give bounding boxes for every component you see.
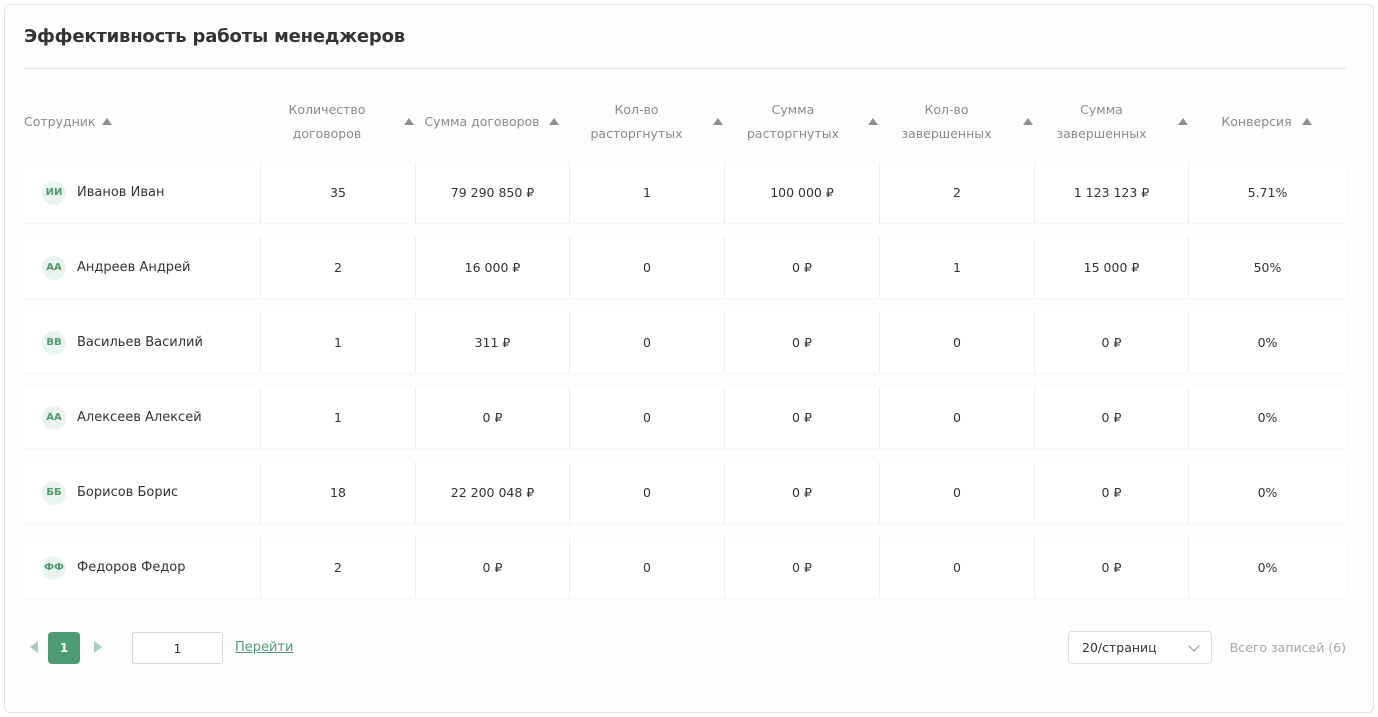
column-header-employee[interactable]: Сотрудник xyxy=(24,94,144,150)
avatar: ИИ xyxy=(42,180,66,205)
completed-sum-cell: 0 ₽ xyxy=(1035,387,1189,448)
table-row[interactable]: АА Андреев Андрей 2 16 000 ₽ 0 0 ₽ 1 15 … xyxy=(24,237,1346,298)
sort-asc-icon[interactable] xyxy=(1178,118,1188,125)
completed-sum-cell: 15 000 ₽ xyxy=(1035,237,1189,298)
terminated-sum-cell: 0 ₽ xyxy=(725,387,880,448)
total-records: Всего записей (6) xyxy=(1229,640,1346,655)
next-page-icon[interactable] xyxy=(94,641,102,653)
contracts-sum-cell: 16 000 ₽ xyxy=(416,237,570,298)
terminated-count-cell: 0 xyxy=(570,312,725,373)
conversion-cell: 0% xyxy=(1257,560,1278,575)
employee-cell: АА Алексеев Алексей xyxy=(24,387,261,448)
column-header-terminated-count[interactable]: Кол-во расторгнутых xyxy=(584,94,689,150)
completed-count-cell: 0 xyxy=(880,312,1035,373)
completed-count-cell: 0 xyxy=(880,537,1035,598)
table-row[interactable]: АА Алексеев Алексей 1 0 ₽ 0 0 ₽ 0 0 ₽ 0% xyxy=(24,387,1346,448)
avatar: ВВ xyxy=(42,330,66,355)
terminated-count-cell: 0 xyxy=(570,237,725,298)
employee-cell: ФФ Федоров Федор xyxy=(24,537,261,598)
column-header-contracts-sum[interactable]: Сумма договоров xyxy=(422,94,542,150)
contracts-count-cell: 2 xyxy=(261,237,416,298)
employee-name: Васильев Василий xyxy=(77,335,203,350)
column-header-conversion[interactable]: Конверсия xyxy=(1214,94,1299,150)
conversion-cell: 0% xyxy=(1257,485,1278,500)
terminated-sum-cell: 0 ₽ xyxy=(725,462,880,523)
completed-count-cell: 0 xyxy=(880,462,1035,523)
terminated-count-cell: 0 xyxy=(570,462,725,523)
employee-cell: ВВ Васильев Василий xyxy=(24,312,261,373)
table-header: Сотрудник Количество договоров Сумма дог… xyxy=(24,94,1346,150)
contracts-count-cell: 1 xyxy=(261,312,416,373)
terminated-sum-cell: 0 ₽ xyxy=(725,237,880,298)
completed-sum-cell: 0 ₽ xyxy=(1035,537,1189,598)
employee-name: Борисов Борис xyxy=(77,485,179,500)
terminated-count-cell: 0 xyxy=(570,387,725,448)
completed-sum-cell: 0 ₽ xyxy=(1035,462,1189,523)
sort-asc-icon[interactable] xyxy=(1302,118,1312,125)
conversion-cell: 0% xyxy=(1257,410,1278,425)
contracts-sum-cell: 22 200 048 ₽ xyxy=(416,462,570,523)
pagination: 1 Перейти 20/страниц Всего записей (6) xyxy=(24,628,1346,664)
sort-asc-icon[interactable] xyxy=(713,118,723,125)
goto-page-input[interactable] xyxy=(132,632,223,664)
contracts-sum-cell: 79 290 850 ₽ xyxy=(416,162,570,223)
column-header-contracts-count[interactable]: Количество договоров xyxy=(272,94,382,150)
contracts-sum-cell: 311 ₽ xyxy=(416,312,570,373)
contracts-count-cell: 2 xyxy=(261,537,416,598)
conversion-cell: 50% xyxy=(1253,260,1282,275)
contracts-count-cell: 1 xyxy=(261,387,416,448)
completed-count-cell: 2 xyxy=(880,162,1035,223)
employee-name: Алексеев Алексей xyxy=(77,410,202,425)
avatar: ББ xyxy=(42,480,66,505)
sort-asc-icon[interactable] xyxy=(1023,118,1033,125)
goto-page-link[interactable]: Перейти xyxy=(235,640,294,655)
contracts-sum-cell: 0 ₽ xyxy=(416,387,570,448)
title-divider xyxy=(24,68,1346,69)
contracts-count-cell: 35 xyxy=(261,162,416,223)
column-header-completed-count[interactable]: Кол-во завершенных xyxy=(894,94,999,150)
completed-sum-cell: 0 ₽ xyxy=(1035,312,1189,373)
completed-sum-cell: 1 123 123 ₽ xyxy=(1035,162,1189,223)
terminated-sum-cell: 100 000 ₽ xyxy=(725,162,880,223)
avatar: АА xyxy=(42,255,66,280)
sort-asc-icon[interactable] xyxy=(404,118,414,125)
page-button-current[interactable]: 1 xyxy=(48,632,80,664)
prev-page-icon[interactable] xyxy=(30,641,38,653)
table-row[interactable]: ВВ Васильев Василий 1 311 ₽ 0 0 ₽ 0 0 ₽ … xyxy=(24,312,1346,373)
avatar: АА xyxy=(42,405,66,430)
terminated-sum-cell: 0 ₽ xyxy=(725,312,880,373)
completed-count-cell: 1 xyxy=(880,237,1035,298)
terminated-count-cell: 0 xyxy=(570,537,725,598)
employee-cell: ИИ Иванов Иван xyxy=(24,162,261,223)
employee-cell: АА Андреев Андрей xyxy=(24,237,261,298)
per-page-select[interactable]: 20/страниц xyxy=(1068,631,1212,664)
employee-cell: ББ Борисов Борис xyxy=(24,462,261,523)
avatar: ФФ xyxy=(42,555,66,580)
employee-name: Федоров Федор xyxy=(77,560,186,575)
page-title: Эффективность работы менеджеров xyxy=(24,26,405,47)
terminated-sum-cell: 0 ₽ xyxy=(725,537,880,598)
conversion-cell: 5.71% xyxy=(1247,185,1288,200)
contracts-count-cell: 18 xyxy=(261,462,416,523)
chevron-down-icon xyxy=(1188,640,1200,652)
contracts-sum-cell: 0 ₽ xyxy=(416,537,570,598)
sort-asc-icon[interactable] xyxy=(102,118,112,125)
conversion-cell: 0% xyxy=(1257,335,1278,350)
sort-asc-icon[interactable] xyxy=(868,118,878,125)
table-row[interactable]: ИИ Иванов Иван 35 79 290 850 ₽ 1 100 000… xyxy=(24,162,1346,223)
table-row[interactable]: ФФ Федоров Федор 2 0 ₽ 0 0 ₽ 0 0 ₽ 0% xyxy=(24,537,1346,598)
completed-count-cell: 0 xyxy=(880,387,1035,448)
employee-name: Андреев Андрей xyxy=(77,260,191,275)
sort-asc-icon[interactable] xyxy=(549,118,559,125)
column-header-completed-sum[interactable]: Сумма завершенных xyxy=(1049,94,1154,150)
employee-name: Иванов Иван xyxy=(77,185,165,200)
table-row[interactable]: ББ Борисов Борис 18 22 200 048 ₽ 0 0 ₽ 0… xyxy=(24,462,1346,523)
per-page-value: 20/страниц xyxy=(1082,640,1157,655)
column-header-terminated-sum[interactable]: Сумма расторгнутых xyxy=(724,94,862,150)
terminated-count-cell: 1 xyxy=(570,162,725,223)
